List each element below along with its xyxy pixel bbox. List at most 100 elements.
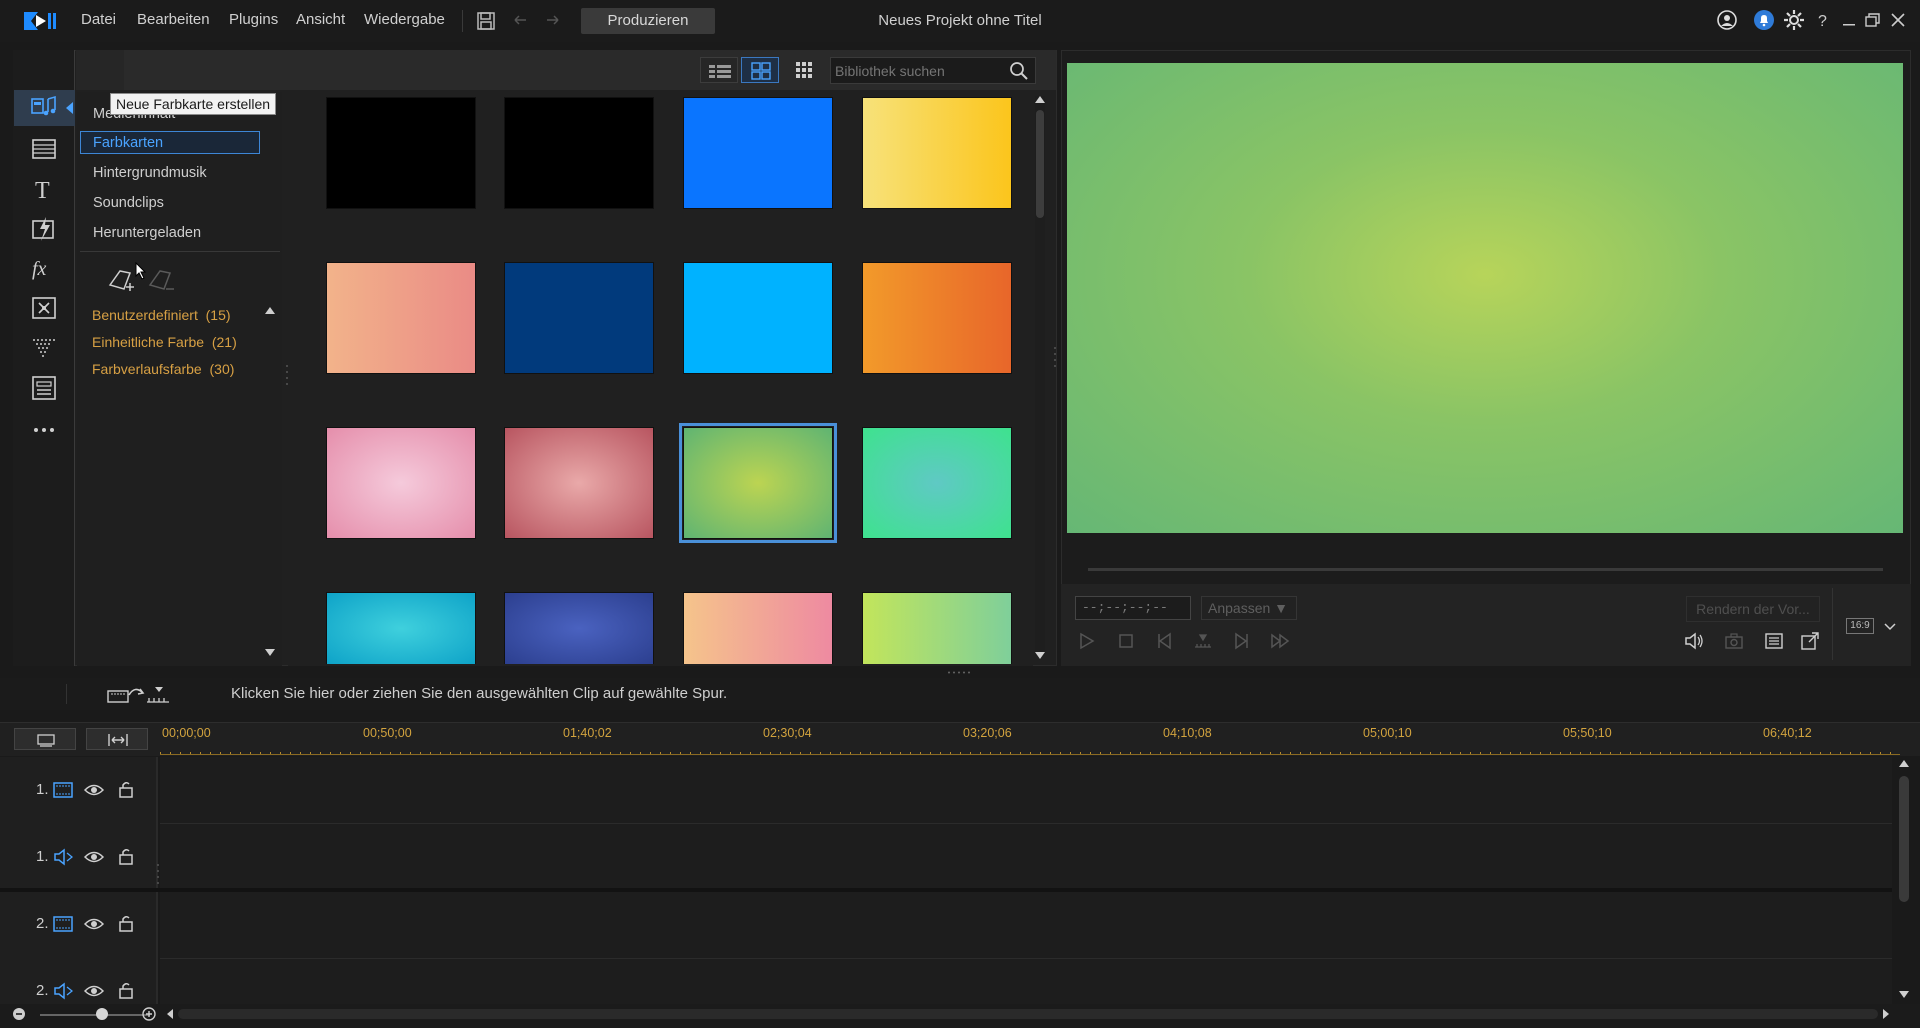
particle-room-icon[interactable]: [30, 334, 58, 362]
timeline-scroll-up-icon[interactable]: [1898, 758, 1910, 768]
grid-scroll-up-icon[interactable]: [1034, 94, 1046, 104]
zoom-slider[interactable]: [40, 1014, 150, 1016]
track-manager-button[interactable]: [14, 728, 76, 750]
play-icon[interactable]: [1076, 631, 1096, 651]
preview-seek-bar[interactable]: [1088, 568, 1883, 571]
tag-custom[interactable]: Benutzerdefiniert (15): [92, 307, 231, 323]
color-board-thumbnail[interactable]: [679, 423, 837, 543]
tag-scroll-up-icon[interactable]: [264, 305, 276, 315]
color-board-thumbnail[interactable]: [862, 592, 1012, 664]
color-board-thumbnail[interactable]: [862, 427, 1012, 539]
pip-room-icon[interactable]: [30, 294, 58, 322]
fx-room-icon[interactable]: fx: [30, 254, 58, 282]
aspect-ratio-button[interactable]: 16:9: [1846, 618, 1874, 634]
redo-icon[interactable]: [543, 11, 563, 31]
chevron-down-icon[interactable]: [1883, 620, 1897, 634]
zoom-out-icon[interactable]: [12, 1007, 26, 1021]
undock-icon[interactable]: [1800, 631, 1820, 651]
next-frame-icon[interactable]: [1231, 631, 1251, 651]
camera-icon[interactable]: [1724, 631, 1744, 651]
grid-scroll-down-icon[interactable]: [1034, 651, 1046, 661]
subtitle-room-icon[interactable]: [30, 374, 58, 402]
transitions-room-icon[interactable]: [30, 135, 58, 163]
timeline-scroll-down-icon[interactable]: [1898, 990, 1910, 1000]
render-preview-button[interactable]: Rendern der Vor...: [1686, 596, 1820, 622]
produce-button[interactable]: Produzieren: [581, 8, 715, 34]
save-icon[interactable]: [476, 11, 496, 31]
track-area[interactable]: [160, 757, 1892, 1007]
horizontal-splitter[interactable]: [947, 671, 973, 674]
lock-icon[interactable]: [116, 914, 136, 932]
color-board-thumbnail[interactable]: [326, 592, 476, 664]
color-board-thumbnail[interactable]: [683, 262, 833, 374]
fit-timeline-button[interactable]: [86, 728, 148, 750]
color-board-thumbnail[interactable]: [504, 592, 654, 664]
color-board-thumbnail[interactable]: [683, 97, 833, 209]
minimize-icon[interactable]: [1838, 9, 1860, 31]
effects-room-icon[interactable]: [30, 215, 58, 243]
tag-scroll-down-icon[interactable]: [264, 648, 276, 658]
grid-scrollbar-thumb[interactable]: [1036, 110, 1044, 218]
gear-icon[interactable]: [1783, 9, 1805, 31]
category-downloaded[interactable]: Heruntergeladen: [93, 225, 201, 241]
eye-icon[interactable]: [84, 848, 104, 866]
category-color-boards[interactable]: Farbkarten: [93, 135, 163, 151]
stop-icon[interactable]: [1116, 631, 1136, 651]
lock-icon[interactable]: [116, 847, 136, 865]
timeline-horizontal-scrollbar[interactable]: [178, 1009, 1878, 1019]
snapshot-marker-icon[interactable]: [1193, 631, 1213, 651]
track-header-resize-grip[interactable]: [155, 862, 161, 888]
category-background-music[interactable]: Hintergrundmusik: [93, 165, 207, 181]
menu-wiedergabe[interactable]: Wiedergabe: [364, 11, 445, 28]
more-icon[interactable]: [30, 416, 58, 444]
tag-gradient-color[interactable]: Farbverlaufsfarbe (30): [92, 361, 234, 377]
color-board-thumbnail[interactable]: [683, 592, 833, 664]
previous-frame-icon[interactable]: [1155, 631, 1175, 651]
color-board-thumbnail[interactable]: [326, 427, 476, 539]
tag-solid-color[interactable]: Einheitliche Farbe (21): [92, 334, 237, 350]
list-view-button[interactable]: [700, 57, 738, 83]
color-board-thumbnail[interactable]: [862, 97, 1012, 209]
search-box[interactable]: [830, 57, 1036, 84]
restore-icon[interactable]: [1861, 9, 1883, 31]
close-icon[interactable]: [1887, 9, 1909, 31]
media-room-icon[interactable]: [30, 94, 58, 122]
lock-icon[interactable]: [116, 780, 136, 798]
help-icon[interactable]: ?: [1812, 9, 1834, 31]
menu-bearbeiten[interactable]: Bearbeiten: [137, 11, 210, 28]
menu-ansicht[interactable]: Ansicht: [296, 11, 345, 28]
fit-dropdown[interactable]: Anpassen ▼: [1201, 596, 1297, 620]
account-icon[interactable]: [1716, 9, 1738, 31]
playback-settings-icon[interactable]: [1764, 631, 1784, 651]
color-board-thumbnail[interactable]: [862, 262, 1012, 374]
color-board-thumbnail[interactable]: [504, 97, 654, 209]
zoom-in-icon[interactable]: [142, 1007, 156, 1021]
scroll-left-icon[interactable]: [164, 1008, 176, 1020]
eye-icon[interactable]: [84, 982, 104, 1000]
remove-tag-icon[interactable]: [146, 265, 176, 295]
menu-plugins[interactable]: Plugins: [229, 11, 278, 28]
color-board-thumbnail[interactable]: [504, 427, 654, 539]
eye-icon[interactable]: [84, 915, 104, 933]
add-tag-icon[interactable]: [106, 265, 136, 295]
volume-icon[interactable]: [1684, 631, 1704, 651]
lock-icon[interactable]: [116, 981, 136, 999]
color-board-thumbnail[interactable]: [504, 262, 654, 374]
search-icon[interactable]: [1009, 61, 1029, 81]
color-board-thumbnail[interactable]: [326, 97, 476, 209]
eye-icon[interactable]: [84, 781, 104, 799]
undo-icon[interactable]: [510, 11, 530, 31]
notification-icon[interactable]: [1753, 9, 1775, 31]
color-board-thumbnail[interactable]: [326, 262, 476, 374]
fast-forward-icon[interactable]: [1270, 631, 1290, 651]
grid-view-button[interactable]: [741, 57, 779, 83]
menu-datei[interactable]: Datei: [81, 11, 116, 28]
timecode-field[interactable]: --;--;--;--: [1075, 596, 1191, 620]
zoom-slider-knob[interactable]: [96, 1008, 108, 1020]
thumbnail-size-icon[interactable]: [794, 60, 814, 80]
preview-resize-grip[interactable]: [1051, 345, 1059, 371]
search-input[interactable]: [835, 62, 1005, 80]
scroll-right-icon[interactable]: [1880, 1008, 1892, 1020]
title-room-icon[interactable]: T: [30, 175, 58, 203]
insert-clip-icon[interactable]: [107, 683, 171, 705]
